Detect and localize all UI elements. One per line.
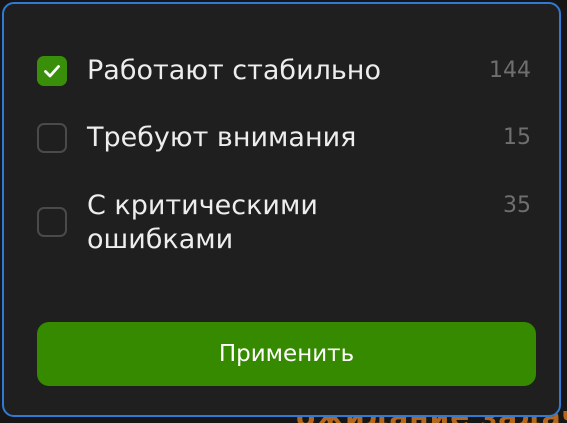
filter-option-stable[interactable]: Работают стабильно 144 [37,54,531,88]
filter-option-count: 144 [489,58,531,83]
apply-button[interactable]: Применить [37,322,536,386]
checkbox-stable[interactable] [37,56,67,86]
check-icon [44,65,60,78]
filter-option-count: 15 [503,125,531,150]
filter-option-count: 35 [503,193,531,218]
filter-option-attention[interactable]: Требуют внимания 15 [37,121,531,155]
filter-option-label: Работают стабильно [87,55,381,86]
screen: ожидание задач Работают стабильно 144 Тр… [0,0,567,423]
filter-option-label: Требуют внимания [87,122,357,153]
checkbox-critical[interactable] [37,207,67,237]
filter-option-label: С критическими ошибками [87,190,318,255]
filter-option-critical[interactable]: С критическими ошибками 35 [37,189,531,257]
status-filter-popover: Работают стабильно 144 Требуют внимания … [2,2,561,417]
checkbox-attention[interactable] [37,123,67,153]
